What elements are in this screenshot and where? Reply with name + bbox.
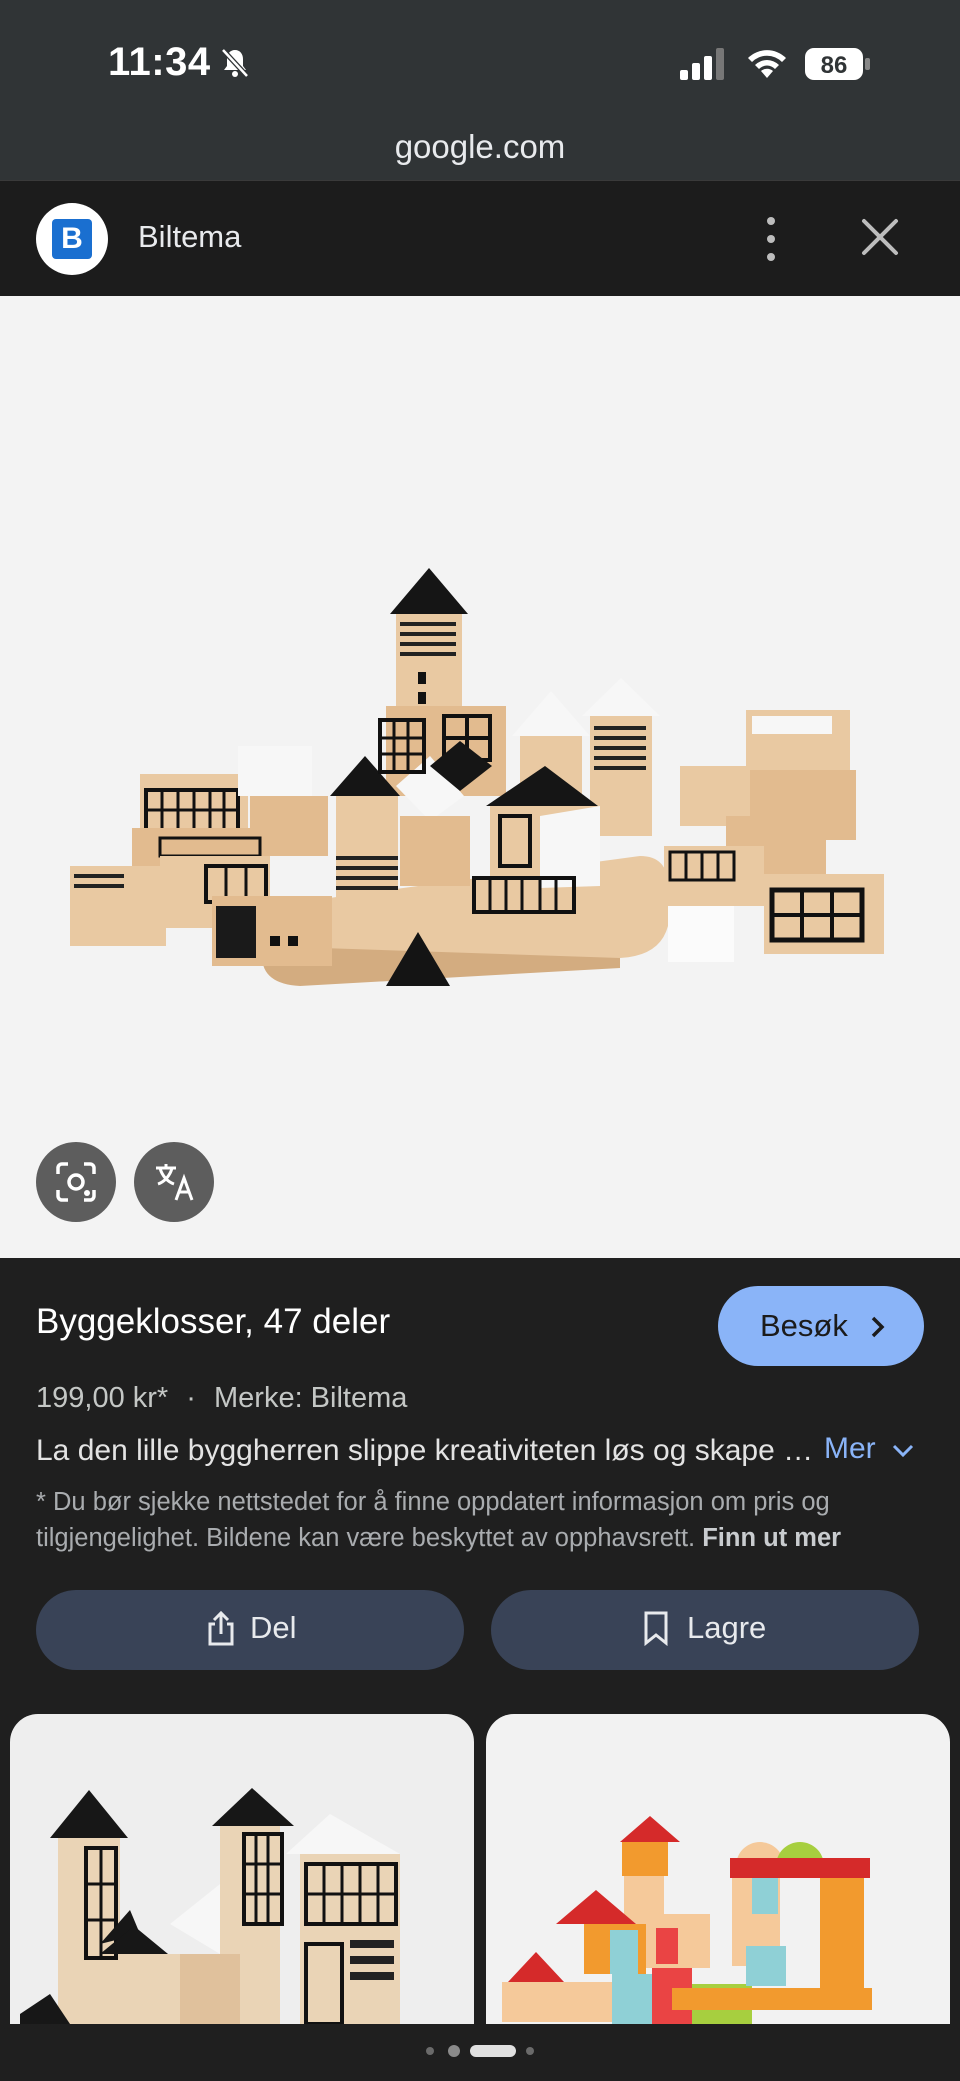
- product-price: 199,00 kr*: [36, 1382, 169, 1414]
- related-image-2[interactable]: [486, 1714, 950, 2024]
- more-label: Mer: [824, 1432, 876, 1465]
- chevron-down-icon: [892, 1444, 914, 1458]
- battery-level: 86: [821, 52, 848, 79]
- chevron-right-icon: [871, 1316, 885, 1338]
- product-description: La den lille byggherren slippe kreativit…: [36, 1434, 816, 1467]
- more-button[interactable]: Mer: [824, 1432, 914, 1466]
- learn-more-link[interactable]: Finn ut mer: [702, 1524, 841, 1552]
- cell-signal-icon: [680, 48, 724, 80]
- status-bar: 11:34 86 google.com: [0, 0, 960, 180]
- lens-icon: [56, 1162, 96, 1202]
- building-blocks-closeup: [20, 1788, 400, 2024]
- product-title: Byggeklosser, 47 deler: [36, 1302, 391, 1341]
- share-label: Del: [250, 1610, 297, 1645]
- clock: 11:34: [108, 40, 211, 84]
- related-image-1[interactable]: [10, 1714, 474, 2024]
- product-meta: 199,00 kr* · Merke: Biltema: [36, 1382, 407, 1415]
- wifi-icon: [748, 50, 786, 78]
- meta-separator: ·: [186, 1382, 196, 1414]
- disclaimer: * Du bør sjekke nettstedet for å finne o…: [36, 1484, 916, 1556]
- close-icon[interactable]: [858, 215, 902, 259]
- site-logo: B: [36, 203, 108, 275]
- bookmark-icon: [644, 1611, 668, 1646]
- page-indicator: [426, 2045, 534, 2057]
- google-lens-button[interactable]: [36, 1142, 116, 1222]
- battery-icon: 86: [804, 44, 872, 84]
- product-brand: Merke: Biltema: [214, 1382, 408, 1414]
- bell-muted-icon: [221, 48, 249, 78]
- building-blocks-illustration: [70, 568, 884, 986]
- site-name[interactable]: Biltema: [138, 219, 241, 255]
- visit-button[interactable]: Besøk: [718, 1286, 924, 1366]
- translate-icon: [156, 1164, 194, 1201]
- share-button[interactable]: Del: [36, 1590, 464, 1670]
- save-button[interactable]: Lagre: [491, 1590, 919, 1670]
- translate-button[interactable]: [134, 1142, 214, 1222]
- more-vert-icon[interactable]: [756, 211, 786, 267]
- url-bar[interactable]: google.com: [0, 128, 960, 166]
- save-label: Lagre: [687, 1610, 767, 1645]
- share-icon: [208, 1610, 234, 1646]
- visit-label: Besøk: [760, 1308, 848, 1343]
- colorful-blocks: [502, 1816, 872, 2024]
- site-header: B Biltema: [0, 180, 960, 297]
- product-image[interactable]: [0, 296, 960, 1258]
- logo-letter: B: [52, 219, 92, 259]
